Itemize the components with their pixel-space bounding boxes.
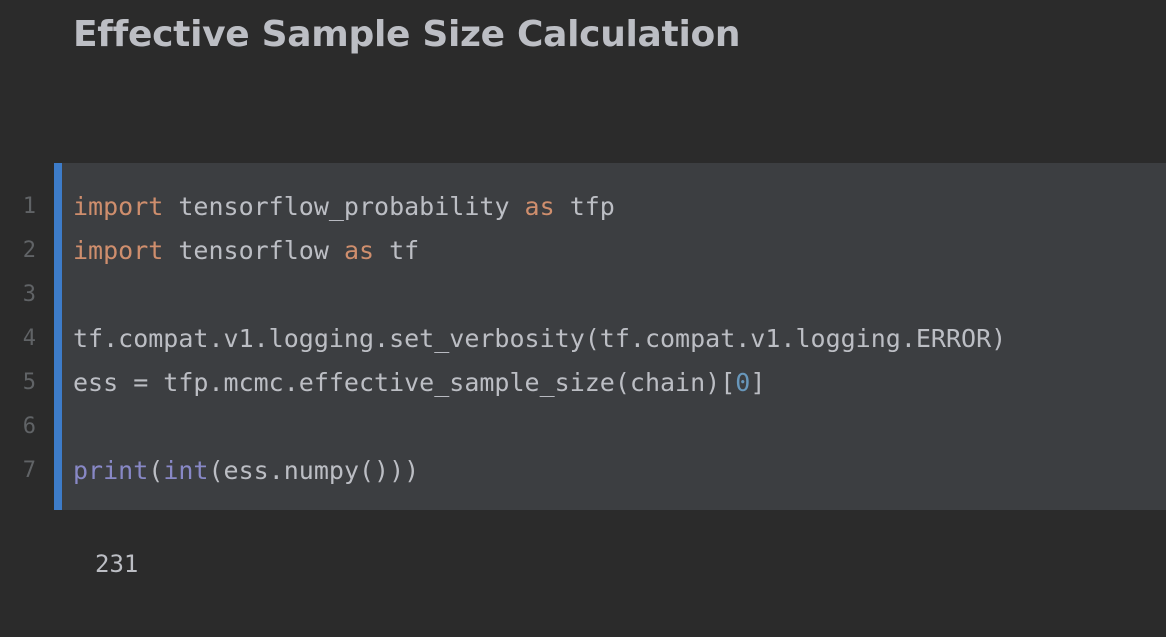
code-line[interactable]: ess = tfp.mcmc.effective_sample_size(cha… — [73, 361, 1166, 405]
line-number-gutter: 1 2 3 4 5 6 7 — [0, 185, 40, 493]
number-token: 0 — [735, 368, 751, 397]
keyword-token: import — [73, 236, 164, 265]
code-token: ] — [750, 368, 766, 397]
line-number: 1 — [22, 194, 36, 219]
builtin-token: int — [163, 456, 209, 485]
code-line[interactable]: print(int(ess.numpy())) — [73, 449, 1166, 493]
code-line[interactable]: import tensorflow as tf — [73, 229, 1166, 273]
code-cell[interactable]: import tensorflow_probability as tfp imp… — [54, 163, 1166, 510]
code-token: tf.compat.v1.logging.set_verbosity(tf.co… — [73, 324, 1007, 353]
page-title: Effective Sample Size Calculation — [73, 14, 741, 55]
code-token: ess = tfp.mcmc.effective_sample_size(cha… — [73, 368, 736, 397]
code-token: ( — [148, 456, 164, 485]
line-number: 7 — [22, 458, 36, 483]
code-line[interactable]: import tensorflow_probability as tfp — [73, 185, 1166, 229]
line-number: 6 — [22, 414, 36, 439]
code-line[interactable] — [73, 273, 1166, 317]
line-number: 3 — [22, 282, 36, 307]
line-number: 4 — [22, 326, 36, 351]
cell-output: 231 — [95, 550, 139, 578]
keyword-token: import — [73, 192, 164, 221]
code-token: tf — [374, 236, 420, 265]
line-number: 2 — [22, 238, 36, 263]
line-number: 5 — [22, 370, 36, 395]
code-line[interactable] — [73, 405, 1166, 449]
code-token: tfp — [554, 192, 615, 221]
selected-cell-marker — [54, 163, 62, 510]
keyword-token: as — [524, 192, 555, 221]
code-token: tensorflow_probability — [163, 192, 525, 221]
code-token: (ess.numpy())) — [208, 456, 420, 485]
code-token: tensorflow — [163, 236, 344, 265]
builtin-token: print — [73, 456, 149, 485]
code-line[interactable]: tf.compat.v1.logging.set_verbosity(tf.co… — [73, 317, 1166, 361]
code-editor[interactable]: import tensorflow_probability as tfp imp… — [73, 185, 1166, 493]
keyword-token: as — [343, 236, 375, 265]
